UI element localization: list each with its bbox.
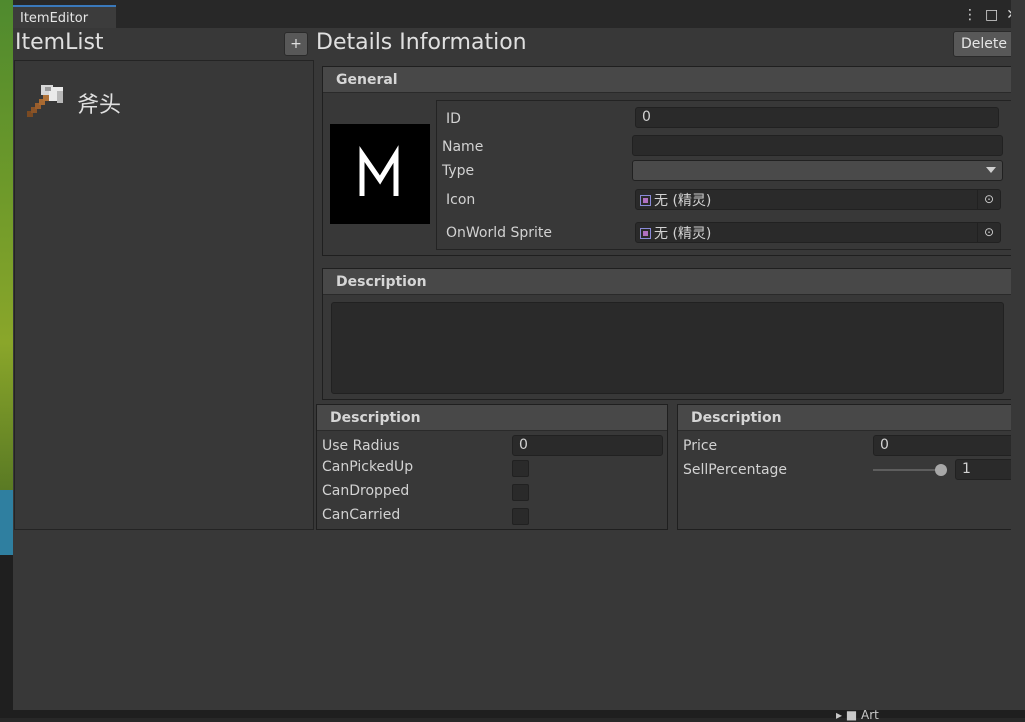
can-carried-label: CanCarried (322, 507, 401, 523)
can-dropped-checkbox[interactable] (512, 484, 529, 501)
usage-section: Description Use Radius 0 CanPickedUp Can… (316, 404, 668, 530)
can-picked-up-label: CanPickedUp (322, 459, 414, 475)
list-item-label: 斧头 (77, 93, 122, 118)
object-picker-icon[interactable]: ⊙ (977, 190, 1000, 209)
sell-percentage-slider-handle[interactable] (935, 464, 947, 476)
can-picked-up-checkbox[interactable] (512, 460, 529, 477)
tab-item-editor[interactable]: ItemEditor (13, 5, 116, 28)
background-right-edge (1011, 0, 1025, 710)
delete-button[interactable]: Delete (953, 31, 1015, 57)
use-radius-label: Use Radius (322, 438, 400, 454)
general-fields: ID 0 Name Type Icon 无 (精灵) ⊙ OnWorld Spr… (436, 100, 1014, 250)
item-preview (330, 124, 430, 224)
icon-object-field[interactable]: 无 (精灵) ⊙ (635, 189, 1001, 210)
sprite-icon (640, 194, 651, 206)
icon-value: 无 (精灵) (654, 193, 712, 209)
add-item-button[interactable]: + (284, 32, 308, 56)
onworld-sprite-label: OnWorld Sprite (446, 225, 552, 241)
price-label: Price (683, 438, 718, 454)
type-label: Type (442, 163, 475, 179)
general-header: General (323, 67, 1013, 93)
description-textarea[interactable] (331, 302, 1004, 394)
sell-percentage-label: SellPercentage (683, 462, 788, 478)
pricing-header: Description (678, 405, 1020, 431)
icon-label: Icon (446, 192, 476, 208)
tab-bar: ItemEditor ⋮ □ ✕ (13, 4, 1024, 28)
id-label: ID (446, 111, 461, 127)
item-list-panel: ItemList + 斧头 (13, 28, 314, 530)
can-dropped-label: CanDropped (322, 483, 410, 499)
onworld-sprite-value: 无 (精灵) (654, 226, 712, 242)
item-list-title: ItemList (15, 30, 104, 55)
type-select[interactable] (632, 160, 1003, 181)
description-header: Description (323, 269, 1013, 295)
usage-header: Description (317, 405, 667, 431)
item-list: 斧头 (14, 60, 314, 530)
list-item[interactable]: 斧头 (23, 81, 121, 125)
sell-percentage-slider-track[interactable] (873, 469, 941, 471)
name-field[interactable] (632, 135, 1003, 156)
item-editor-window: ItemEditor ⋮ □ ✕ ItemList + (13, 4, 1024, 710)
id-field[interactable]: 0 (635, 107, 999, 128)
price-field[interactable]: 0 (873, 435, 1015, 456)
sell-percentage-field[interactable]: 1 (955, 459, 1015, 480)
name-label: Name (442, 139, 484, 155)
object-picker-icon[interactable]: ⊙ (977, 223, 1000, 242)
use-radius-field[interactable]: 0 (512, 435, 663, 456)
sprite-icon (640, 227, 651, 239)
can-carried-checkbox[interactable] (512, 508, 529, 525)
project-folder-art: ▸ ■ Art (836, 708, 879, 722)
details-title: Details Information (316, 30, 527, 55)
onworld-sprite-field[interactable]: 无 (精灵) ⊙ (635, 222, 1001, 243)
rune-icon (330, 145, 430, 228)
background-scene-strip (0, 0, 13, 718)
more-options-icon[interactable]: ⋮ (963, 7, 977, 23)
chevron-down-icon (986, 167, 996, 173)
axe-icon (23, 81, 67, 125)
general-section: General ID 0 Name Type Icon 无 (精灵) ⊙ OnW… (322, 66, 1014, 256)
maximize-icon[interactable]: □ (985, 7, 998, 23)
pricing-section: Description Price 0 SellPercentage 1 (677, 404, 1021, 530)
description-section: Description (322, 268, 1014, 400)
